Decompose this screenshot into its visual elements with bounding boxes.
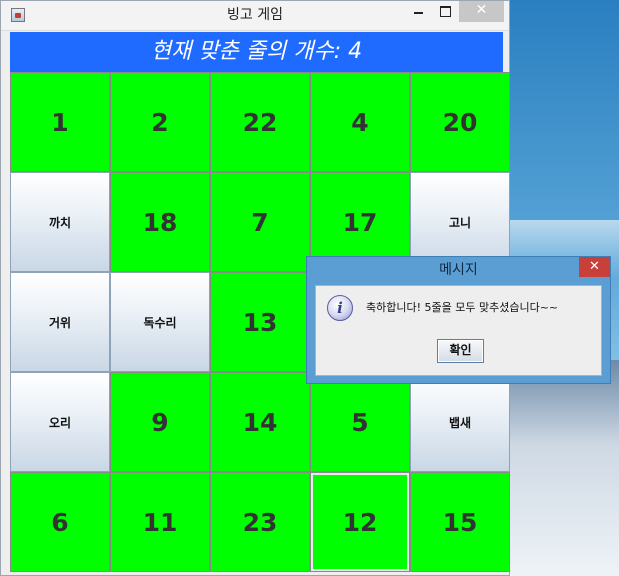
close-icon: ✕ [475, 2, 488, 18]
window-close-button[interactable]: ✕ [459, 1, 504, 22]
bingo-number-cell[interactable]: 7 [210, 172, 310, 272]
bingo-number-cell[interactable]: 20 [410, 72, 510, 172]
bingo-number-cell[interactable]: 4 [310, 72, 410, 172]
dialog-message: 축하합니다! 5줄을 모두 맞추셨습니다~~ [366, 301, 559, 314]
bingo-word-cell[interactable]: 거위 [10, 272, 110, 372]
bingo-number-cell[interactable]: 15 [410, 472, 510, 572]
message-dialog: 메시지 ✕ i 축하합니다! 5줄을 모두 맞추셨습니다~~ 확인 [306, 256, 611, 384]
bingo-word-cell[interactable]: 독수리 [110, 272, 210, 372]
maximize-icon [440, 6, 451, 17]
information-icon: i [327, 295, 353, 321]
bingo-number-cell[interactable]: 12 [310, 472, 410, 572]
bingo-number-cell[interactable]: 5 [310, 372, 410, 472]
minimize-button[interactable] [405, 1, 432, 22]
minimize-icon [414, 12, 423, 14]
bingo-number-cell[interactable]: 23 [210, 472, 310, 572]
bingo-number-cell[interactable]: 9 [110, 372, 210, 472]
close-icon: ✕ [589, 259, 600, 274]
bingo-number-cell[interactable]: 11 [110, 472, 210, 572]
desktop-background-rock [509, 360, 619, 576]
maximize-button[interactable] [432, 1, 459, 22]
bingo-number-cell[interactable]: 6 [10, 472, 110, 572]
dialog-close-button[interactable]: ✕ [579, 257, 610, 277]
window-titlebar[interactable]: 빙고 게임 ✕ [1, 1, 509, 31]
bingo-word-cell[interactable]: 오리 [10, 372, 110, 472]
bingo-word-cell[interactable]: 뱁새 [410, 372, 510, 472]
bingo-number-cell[interactable]: 13 [210, 272, 310, 372]
bingo-number-cell[interactable]: 22 [210, 72, 310, 172]
ok-button[interactable]: 확인 [437, 339, 484, 363]
matched-lines-header: 현재 맞춘 줄의 개수: 4 [10, 32, 503, 72]
bingo-number-cell[interactable]: 18 [110, 172, 210, 272]
bingo-number-cell[interactable]: 1 [10, 72, 110, 172]
dialog-content: i 축하합니다! 5줄을 모두 맞추셨습니다~~ 확인 [315, 285, 602, 376]
bingo-number-cell[interactable]: 2 [110, 72, 210, 172]
dialog-title: 메시지 [439, 262, 478, 278]
bingo-word-cell[interactable]: 까치 [10, 172, 110, 272]
bingo-number-cell[interactable]: 14 [210, 372, 310, 472]
